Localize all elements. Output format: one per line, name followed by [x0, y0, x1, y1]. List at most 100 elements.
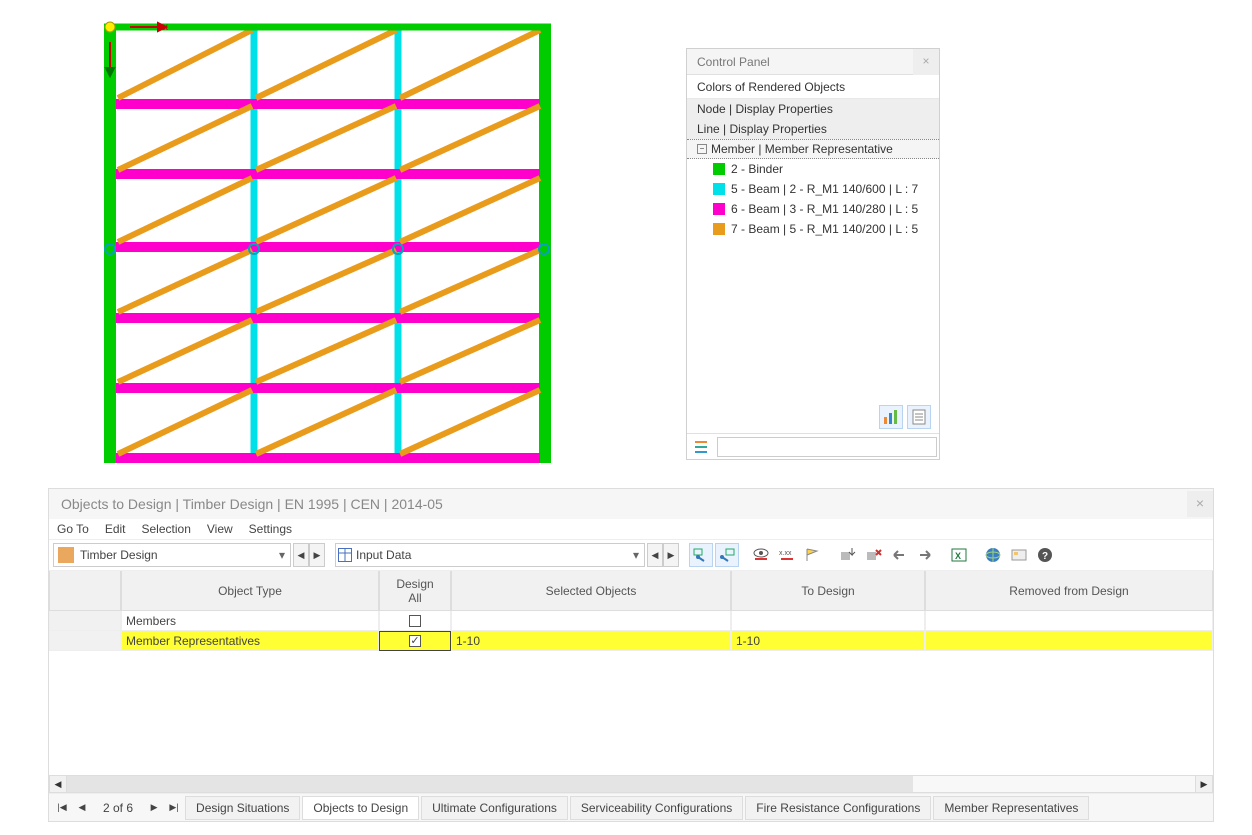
- scroll-left-icon[interactable]: ◀: [49, 775, 67, 793]
- checkbox-icon[interactable]: [409, 635, 421, 647]
- svg-text:?: ?: [1042, 551, 1048, 562]
- control-panel-title: Control Panel ×: [687, 49, 939, 75]
- panel-icon-chart[interactable]: [879, 405, 903, 429]
- excel-icon[interactable]: X: [947, 543, 971, 567]
- row-header: [49, 631, 121, 651]
- next-module-button[interactable]: ▶: [309, 543, 325, 567]
- tree-item-member-child[interactable]: 5 - Beam | 2 - R_M1 140/600 | L : 7: [687, 179, 939, 199]
- import-icon[interactable]: [835, 543, 859, 567]
- globe-icon[interactable]: [981, 543, 1005, 567]
- table-icon: [336, 546, 354, 564]
- view-icon[interactable]: [749, 543, 773, 567]
- col-object-type[interactable]: Object Type: [121, 571, 379, 611]
- measure-icon[interactable]: x.xx: [775, 543, 799, 567]
- color-swatch: [713, 163, 725, 175]
- member-item-label: 7 - Beam | 5 - R_M1 140/200 | L : 5: [731, 222, 918, 236]
- pager-last-icon[interactable]: ▶|: [165, 797, 183, 819]
- window-title: Objects to Design | Timber Design | EN 1…: [49, 489, 1213, 519]
- tab-serviceability-configurations[interactable]: Serviceability Configurations: [570, 796, 743, 820]
- tree-item-member-child[interactable]: 6 - Beam | 3 - R_M1 140/280 | L : 5: [687, 199, 939, 219]
- tree-item-node[interactable]: Node | Display Properties: [687, 99, 939, 119]
- cell-to-design[interactable]: 1-10: [731, 631, 925, 651]
- tree-item-member-label: Member | Member Representative: [711, 142, 893, 156]
- module-select[interactable]: Timber Design ▾: [53, 543, 291, 567]
- tree-item-member[interactable]: − Member | Member Representative: [687, 139, 939, 159]
- tab-design-situations[interactable]: Design Situations: [185, 796, 300, 820]
- col-design-line1: Design: [396, 577, 433, 591]
- pager-prev-icon[interactable]: ◀: [73, 797, 91, 819]
- col-design-line2: All: [408, 591, 421, 605]
- menu-selection[interactable]: Selection: [142, 522, 191, 536]
- control-panel-subtitle: Colors of Rendered Objects: [687, 75, 939, 99]
- tab-ultimate-configurations[interactable]: Ultimate Configurations: [421, 796, 568, 820]
- cell-object-type[interactable]: Members: [121, 611, 379, 631]
- select-tool-a-icon[interactable]: [689, 543, 713, 567]
- row-header: [49, 611, 121, 631]
- svg-text:X: X: [955, 551, 961, 561]
- scroll-right-icon[interactable]: ▶: [1195, 775, 1213, 793]
- cell-to-design[interactable]: [731, 611, 925, 631]
- member-item-label: 5 - Beam | 2 - R_M1 140/600 | L : 7: [731, 182, 918, 196]
- objects-to-design-window: Objects to Design | Timber Design | EN 1…: [48, 488, 1214, 822]
- close-icon[interactable]: ×: [913, 49, 939, 75]
- tree-item-line[interactable]: Line | Display Properties: [687, 119, 939, 139]
- flag-icon[interactable]: [801, 543, 825, 567]
- pager-first-icon[interactable]: |◀: [53, 797, 71, 819]
- pager-next-icon[interactable]: ▶: [145, 797, 163, 819]
- window-title-text: Objects to Design | Timber Design | EN 1…: [61, 496, 443, 512]
- control-panel-filter-input[interactable]: [717, 437, 937, 457]
- panel-icon-sheet[interactable]: [907, 405, 931, 429]
- objects-table: Object Type Design All Selected Objects …: [49, 571, 1213, 775]
- list-icon: [695, 441, 711, 453]
- next-data-button[interactable]: ▶: [663, 543, 679, 567]
- menu-edit[interactable]: Edit: [105, 522, 126, 536]
- color-swatch: [713, 183, 725, 195]
- menu-view[interactable]: View: [207, 522, 233, 536]
- data-select[interactable]: Input Data ▾: [335, 543, 645, 567]
- tree-item-member-child[interactable]: 7 - Beam | 5 - R_M1 140/200 | L : 5: [687, 219, 939, 239]
- tab-fire-resistance-configurations[interactable]: Fire Resistance Configurations: [745, 796, 931, 820]
- control-panel: Control Panel × Colors of Rendered Objec…: [686, 48, 940, 460]
- table-row[interactable]: Member Representatives 1-10 1-10: [49, 631, 1213, 651]
- color-swatch: [713, 223, 725, 235]
- cell-design-all[interactable]: [379, 631, 451, 651]
- cell-removed[interactable]: [925, 631, 1213, 651]
- structural-model-viewport[interactable]: x: [40, 10, 600, 500]
- window-menu: Go To Edit Selection View Settings: [49, 519, 1213, 539]
- cell-selected[interactable]: 1-10: [451, 631, 731, 651]
- member-item-label: 6 - Beam | 3 - R_M1 140/280 | L : 5: [731, 202, 918, 216]
- control-panel-title-text: Control Panel: [697, 55, 770, 69]
- tab-member-representatives[interactable]: Member Representatives: [933, 796, 1089, 820]
- menu-go-to[interactable]: Go To: [57, 522, 89, 536]
- color-swatch: [713, 203, 725, 215]
- checkbox-icon[interactable]: [409, 615, 421, 627]
- col-selected[interactable]: Selected Objects: [451, 571, 731, 611]
- select-tool-b-icon[interactable]: [715, 543, 739, 567]
- tree-item-member-child[interactable]: 2 - Binder: [687, 159, 939, 179]
- table-corner: [49, 571, 121, 611]
- prev-module-button[interactable]: ◀: [293, 543, 309, 567]
- cell-removed[interactable]: [925, 611, 1213, 631]
- close-icon[interactable]: ×: [1187, 491, 1213, 517]
- card-icon[interactable]: [1007, 543, 1031, 567]
- remove-icon[interactable]: [861, 543, 885, 567]
- col-design-all[interactable]: Design All: [379, 571, 451, 611]
- col-to-design[interactable]: To Design: [731, 571, 925, 611]
- help-icon[interactable]: ?: [1033, 543, 1057, 567]
- collapse-icon[interactable]: −: [697, 144, 707, 154]
- timber-icon: [58, 547, 74, 563]
- table-row[interactable]: Members: [49, 611, 1213, 631]
- prev-data-button[interactable]: ◀: [647, 543, 663, 567]
- horizontal-scrollbar[interactable]: ◀ ▶: [49, 775, 1213, 793]
- chevron-down-icon: ▾: [628, 548, 644, 562]
- arrow-right-icon[interactable]: [913, 543, 937, 567]
- cell-design-all[interactable]: [379, 611, 451, 631]
- col-removed[interactable]: Removed from Design: [925, 571, 1213, 611]
- arrow-left-icon[interactable]: [887, 543, 911, 567]
- svg-text:x: x: [163, 22, 168, 33]
- member-item-label: 2 - Binder: [731, 162, 783, 176]
- cell-selected[interactable]: [451, 611, 731, 631]
- menu-settings[interactable]: Settings: [249, 522, 292, 536]
- tab-objects-to-design[interactable]: Objects to Design: [302, 796, 419, 820]
- cell-object-type[interactable]: Member Representatives: [121, 631, 379, 651]
